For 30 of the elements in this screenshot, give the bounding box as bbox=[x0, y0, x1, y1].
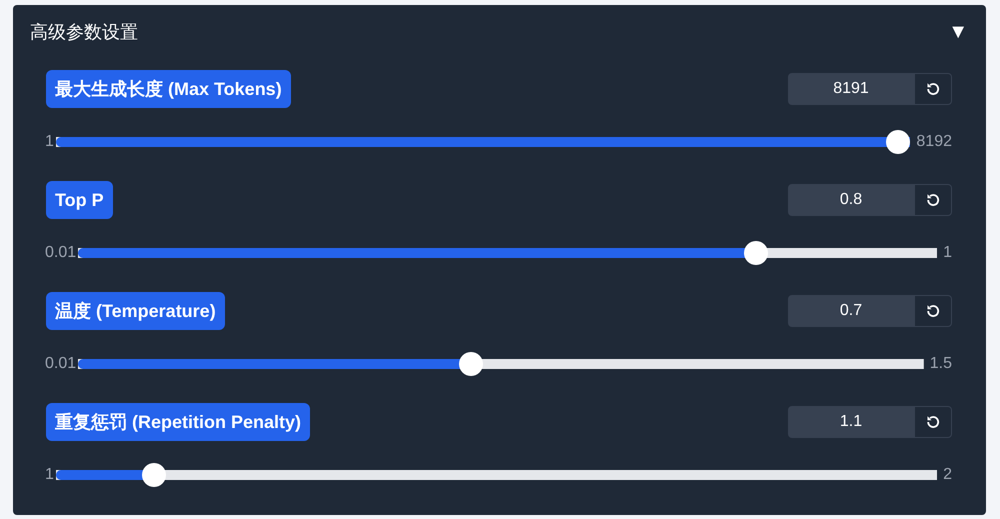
parameter-label: 重复惩罚 (Repetition Penalty) bbox=[46, 403, 310, 441]
value-field[interactable]: 0.8 bbox=[788, 184, 914, 216]
slider-thumb[interactable] bbox=[886, 130, 910, 154]
collapse-toggle[interactable]: ▼ bbox=[948, 20, 968, 44]
max-label: 1 bbox=[943, 244, 952, 262]
slider-thumb[interactable] bbox=[458, 352, 483, 376]
value-field[interactable]: 0.7 bbox=[788, 295, 914, 327]
reset-icon bbox=[926, 304, 940, 318]
value-field[interactable]: 8191 bbox=[788, 73, 914, 105]
reset-icon bbox=[926, 415, 940, 429]
parameter-label: 温度 (Temperature) bbox=[46, 292, 225, 330]
min-label: 1 bbox=[45, 466, 54, 484]
reset-button[interactable] bbox=[914, 406, 952, 438]
min-label: 0.01 bbox=[45, 244, 76, 262]
parameter-label: 最大生成长度 (Max Tokens) bbox=[46, 70, 291, 108]
reset-icon bbox=[926, 82, 940, 96]
max-label: 2 bbox=[943, 466, 952, 484]
reset-button[interactable] bbox=[914, 73, 952, 105]
parameter-label: Top P bbox=[46, 181, 113, 219]
min-label: 0.01 bbox=[45, 355, 76, 373]
max-label: 8192 bbox=[916, 133, 952, 151]
reset-icon bbox=[926, 193, 940, 207]
slider-thumb[interactable] bbox=[142, 463, 166, 487]
reset-button[interactable] bbox=[914, 184, 952, 216]
min-label: 1 bbox=[45, 133, 54, 151]
value-field[interactable]: 1.1 bbox=[788, 406, 914, 438]
reset-button[interactable] bbox=[914, 295, 952, 327]
max-label: 1.5 bbox=[930, 355, 952, 373]
slider-thumb[interactable] bbox=[744, 241, 768, 265]
panel-title: 高级参数设置 bbox=[30, 21, 138, 44]
